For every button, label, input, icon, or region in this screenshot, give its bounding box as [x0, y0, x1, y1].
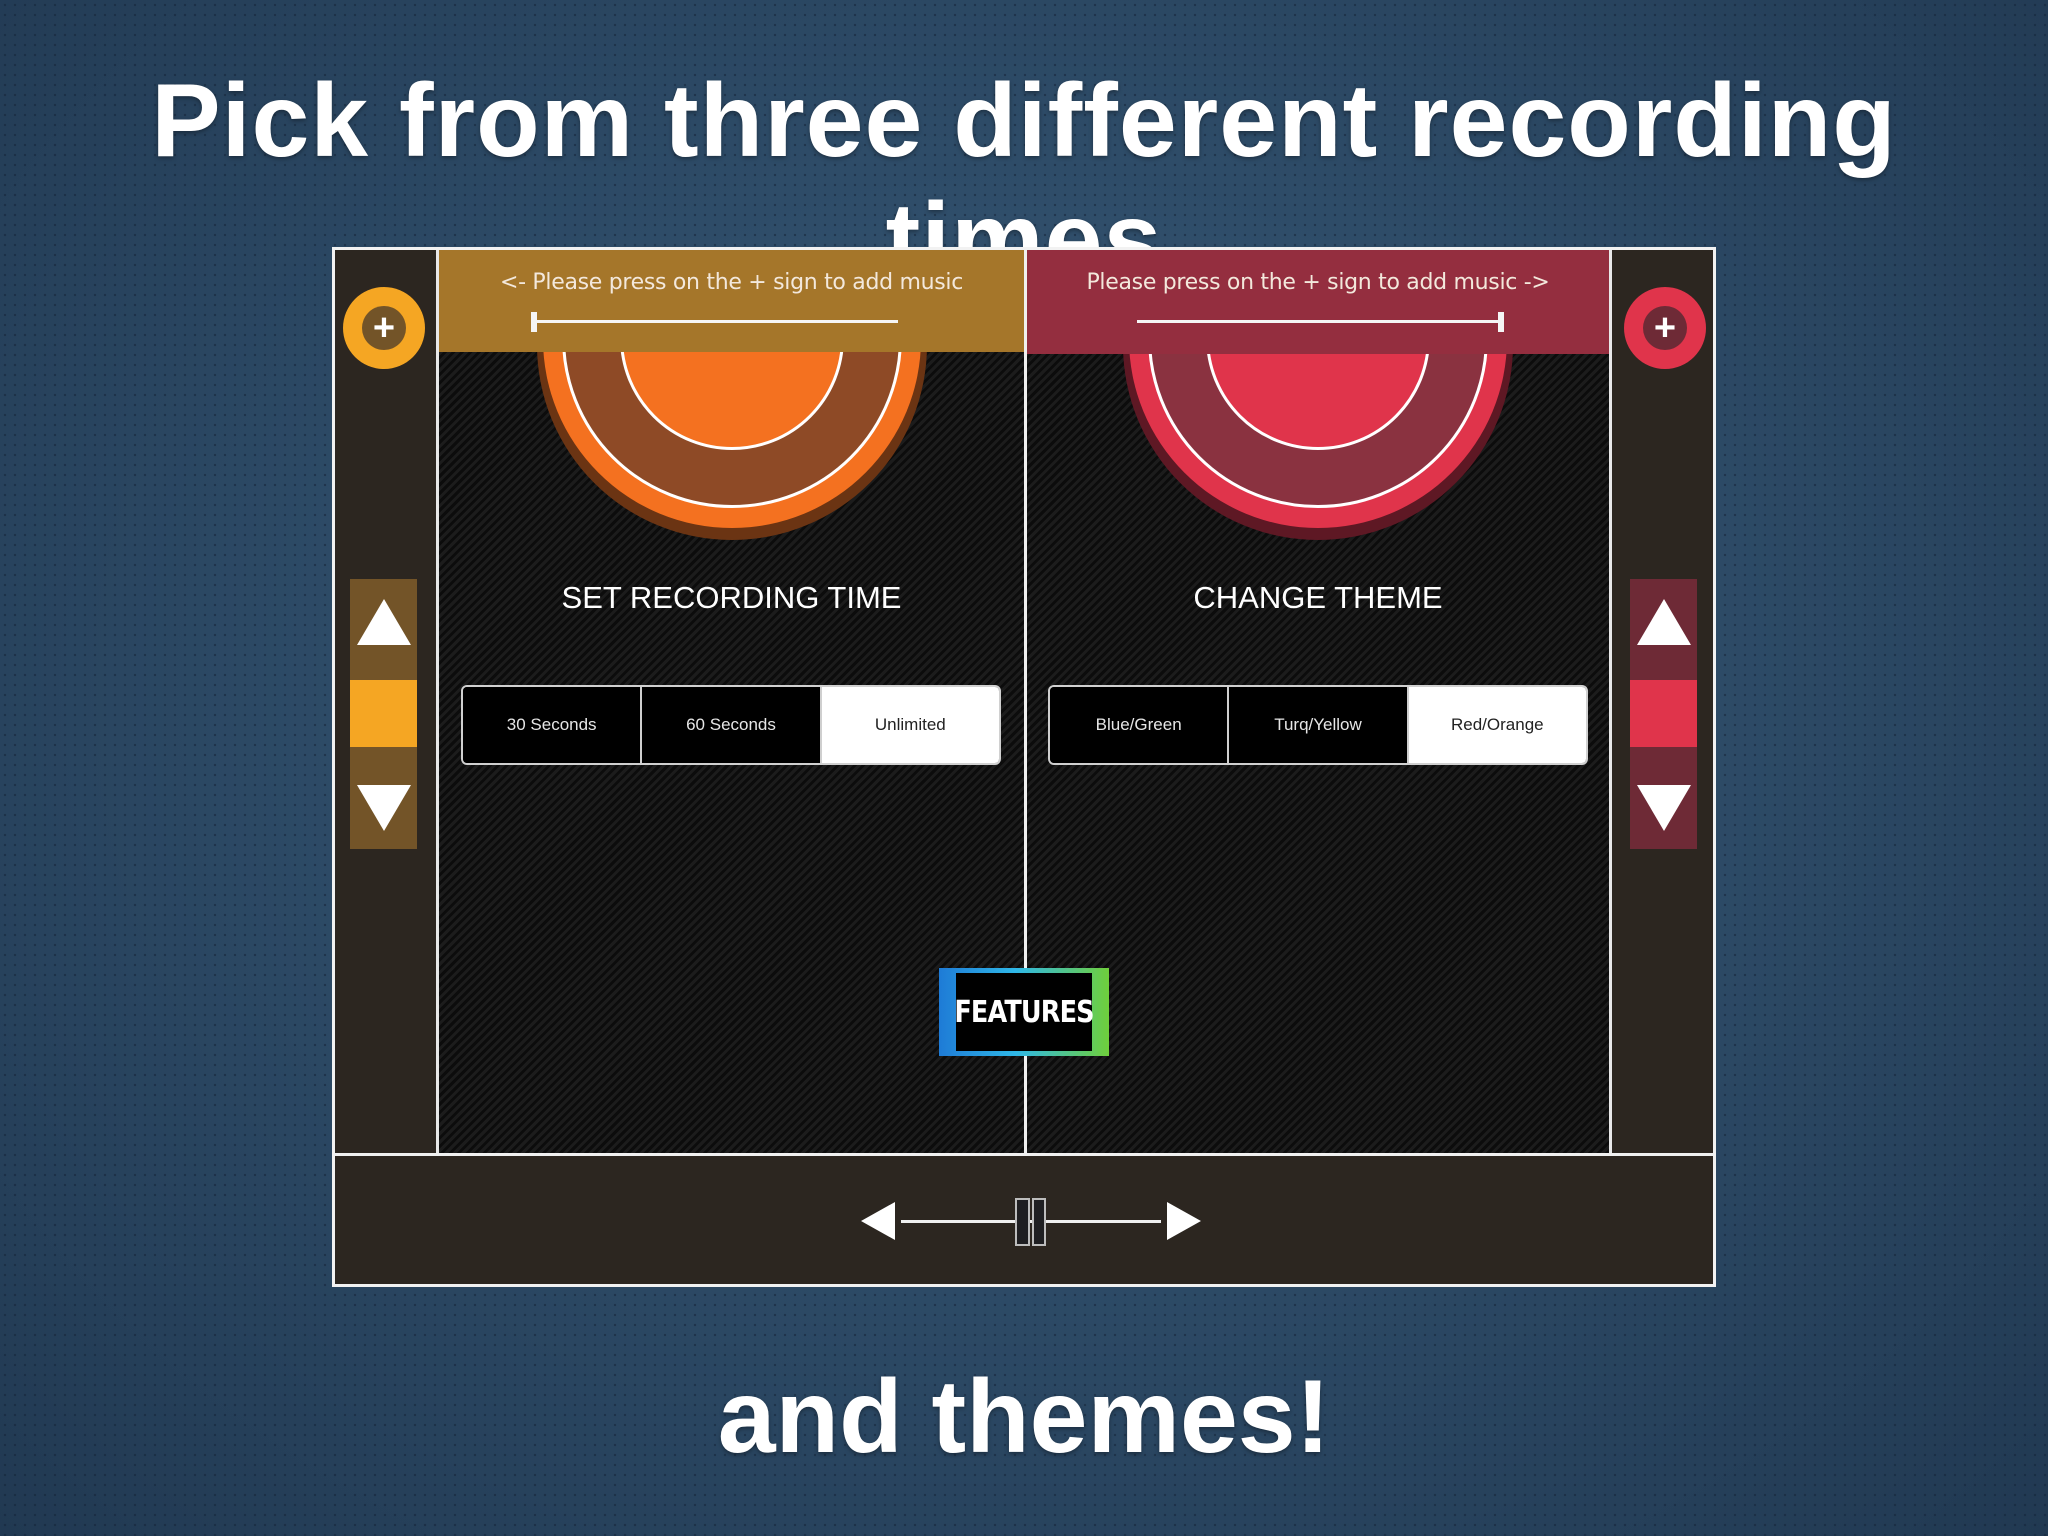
triangle-up-icon[interactable] [1637, 599, 1691, 645]
add-music-left-button[interactable]: + [343, 287, 425, 369]
left-hint-text: <- Please press on the + sign to add mus… [499, 270, 964, 295]
plus-icon: + [362, 306, 406, 350]
pitch-control-left[interactable] [350, 579, 417, 849]
right-deck: Please press on the + sign to add music … [1027, 250, 1609, 1153]
triangle-down-icon[interactable] [1637, 785, 1691, 831]
pitch-control-right[interactable] [1630, 579, 1697, 849]
option-turq-yellow[interactable]: Turq/Yellow [1229, 687, 1409, 763]
pitch-knob-right[interactable] [1630, 680, 1697, 747]
features-button[interactable]: FEATURES [939, 968, 1109, 1056]
change-theme-title: CHANGE THEME [1193, 580, 1443, 615]
option-red-orange[interactable]: Red/Orange [1408, 687, 1586, 763]
add-music-right-button[interactable]: + [1624, 287, 1706, 369]
right-hint-text: Please press on the + sign to add music … [1086, 270, 1550, 295]
triangle-down-icon[interactable] [357, 785, 411, 831]
option-unlimited[interactable]: Unlimited [821, 687, 999, 763]
recording-time-title: SET RECORDING TIME [561, 580, 902, 615]
crossfader-panel [335, 1153, 1713, 1284]
option-60-seconds[interactable]: 60 Seconds [642, 687, 822, 763]
right-sidebar: + [1609, 250, 1713, 1153]
left-deck: <- Please press on the + sign to add mus… [439, 250, 1024, 1153]
triangle-up-icon[interactable] [357, 599, 411, 645]
left-progress-track[interactable] [531, 320, 898, 323]
crossfader[interactable] [861, 1196, 1201, 1246]
features-label: FEATURES [954, 973, 1095, 1051]
right-progress-track[interactable] [1137, 320, 1504, 323]
option-30-seconds[interactable]: 30 Seconds [463, 687, 643, 763]
crossfader-handle[interactable] [1015, 1198, 1046, 1246]
arrow-right-icon[interactable] [1167, 1202, 1201, 1240]
app-screen: + <- Please press on the + sign to add m… [332, 247, 1716, 1287]
recording-time-segmented-control: 30 Seconds 60 Seconds Unlimited [461, 685, 1001, 765]
plus-icon: + [1643, 306, 1687, 350]
right-deck-header: Please press on the + sign to add music … [1027, 250, 1609, 354]
option-blue-green[interactable]: Blue/Green [1050, 687, 1230, 763]
left-deck-header: <- Please press on the + sign to add mus… [439, 250, 1024, 352]
arrow-left-icon[interactable] [861, 1202, 895, 1240]
pitch-knob-left[interactable] [350, 680, 417, 747]
theme-segmented-control: Blue/Green Turq/Yellow Red/Orange [1048, 685, 1588, 765]
slide-subline: and themes! [717, 1359, 1331, 1475]
right-progress-thumb[interactable] [1498, 312, 1504, 332]
left-sidebar: + [335, 250, 439, 1153]
